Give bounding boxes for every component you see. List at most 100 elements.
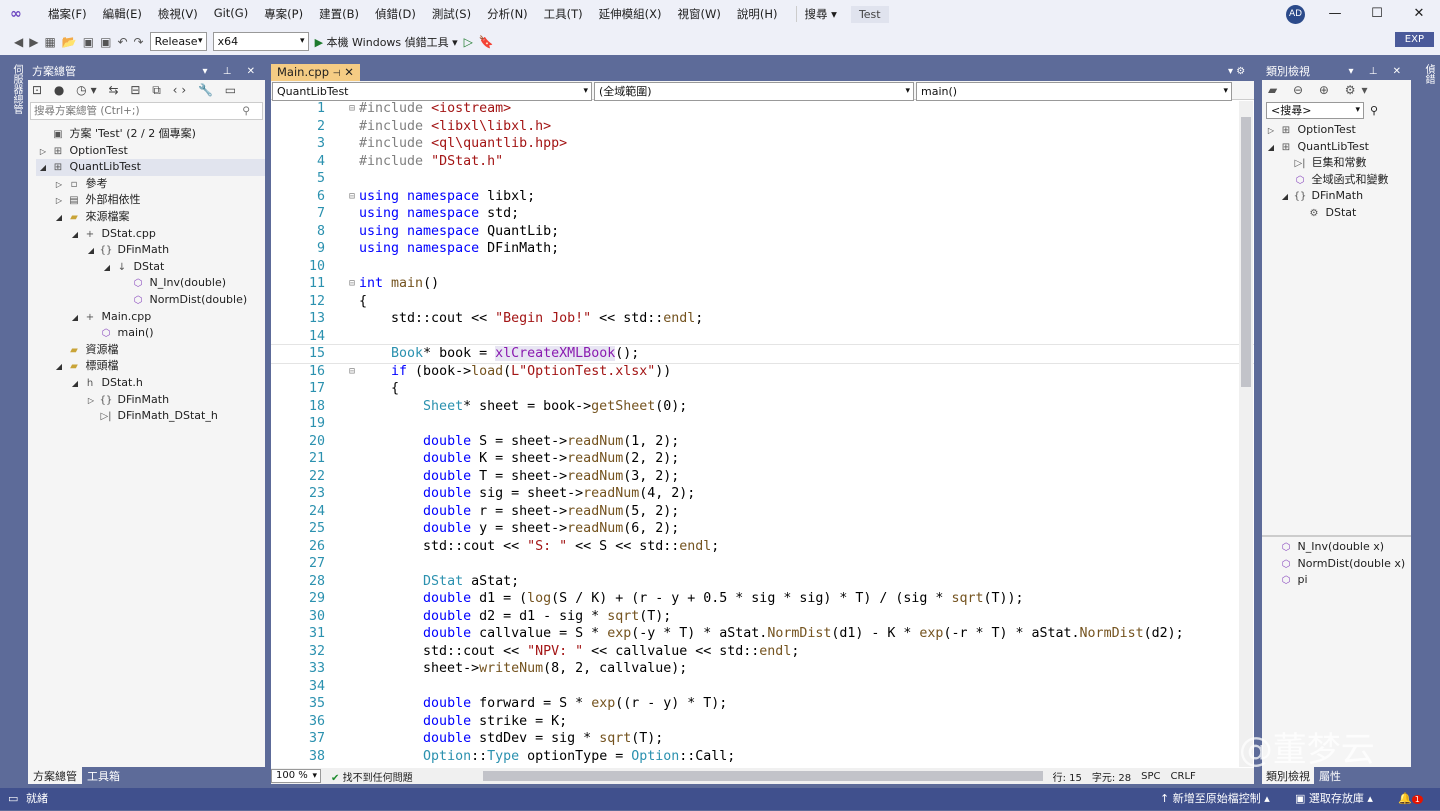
code-line[interactable]: 2#include <libxl\libxl.h> <box>271 118 1254 136</box>
class-view-toolbar[interactable]: ▰ ⊖ ⊕ ⚙▾ <box>1262 80 1411 102</box>
menu-item[interactable]: 視窗(W) <box>670 6 729 22</box>
menu-item[interactable]: 分析(N) <box>479 6 536 22</box>
code-line[interactable]: 6⊟using namespace libxl; <box>271 188 1254 206</box>
right-side-tab[interactable]: 偵錯 <box>1420 64 1436 84</box>
menu-item[interactable]: 說明(H) <box>729 6 786 22</box>
maximize-button[interactable]: ☐ <box>1356 0 1398 28</box>
member-item[interactable]: ⬡ N_Inv(double x) <box>1278 539 1411 556</box>
tree-item[interactable]: ▰ 資源檔 <box>36 342 265 359</box>
fold-icon[interactable]: ⊟ <box>349 100 355 118</box>
run-button[interactable]: ▶ 本機 Windows 偵錯工具 ▾ <box>315 34 458 50</box>
expand-arrow-icon[interactable]: ▷ <box>84 393 98 410</box>
whitespace-indicator[interactable]: SPC <box>1141 771 1160 782</box>
expand-arrow-icon[interactable]: ◢ <box>52 210 66 227</box>
expand-arrow-icon[interactable]: ◢ <box>1264 140 1278 157</box>
expand-arrow-icon[interactable]: ◢ <box>68 227 82 244</box>
code-line[interactable]: 36 double strike = K; <box>271 713 1254 731</box>
new-project-icon[interactable]: ▦ <box>44 35 55 49</box>
member-item[interactable]: ⬡ pi <box>1278 572 1411 589</box>
fold-icon[interactable]: ⊟ <box>349 275 355 293</box>
code-line[interactable]: 16⊟ if (book->load(L"OptionTest.xlsx")) <box>271 363 1254 381</box>
panel-controls[interactable]: ▾ ⊥ ✕ <box>203 64 261 80</box>
redo-icon[interactable]: ↷ <box>134 35 144 49</box>
solution-explorer-toolbar[interactable]: ⊡ ● ◷▾ ⇆ ⊟ ⧉ ‹› 🔧 ▭ <box>28 80 265 102</box>
tab-toolbox[interactable]: 工具箱 <box>82 767 125 784</box>
member-dropdown[interactable]: main() <box>916 82 1232 101</box>
tree-item[interactable]: ◢{} DFinMath <box>1264 188 1411 205</box>
code-line[interactable]: 19 <box>271 415 1254 433</box>
class-search-select[interactable]: <搜尋> <box>1266 102 1364 119</box>
open-icon[interactable]: 📂 <box>62 35 77 49</box>
save-icon[interactable]: ▣ <box>83 35 94 49</box>
avatar[interactable]: AD <box>1286 5 1305 24</box>
code-editor[interactable]: QuantLibTest (全域範圍) main() 1⊟#include <i… <box>271 81 1254 768</box>
tab-close-icon[interactable]: ✕ <box>344 65 354 79</box>
back-icon[interactable]: ◀ <box>14 35 23 49</box>
code-line[interactable]: 32 std::cout << "NPV: " << callvalue << … <box>271 643 1254 661</box>
menu-item[interactable]: 偵錯(D) <box>367 6 424 22</box>
expand-arrow-icon[interactable]: ◢ <box>52 359 66 376</box>
horizontal-scrollbar[interactable] <box>483 771 1043 781</box>
code-line[interactable]: 11⊟int main() <box>271 275 1254 293</box>
code-line[interactable]: 10 <box>271 258 1254 276</box>
code-line[interactable]: 1⊟#include <iostream> <box>271 100 1254 118</box>
forward-icon[interactable]: ▶ <box>29 35 38 49</box>
code-line[interactable]: 7using namespace std; <box>271 205 1254 223</box>
save-all-icon[interactable]: ▣ <box>100 35 111 49</box>
tab-overflow-icon[interactable]: ▾ ⚙ <box>1228 66 1245 77</box>
code-line[interactable]: 9using namespace DFinMath; <box>271 240 1254 258</box>
solution-search-input[interactable]: 搜尋方案總管 (Ctrl+;)⚲ <box>30 102 263 120</box>
bookmark-icon[interactable]: 🔖 <box>479 35 494 49</box>
vertical-scrollbar[interactable] <box>1239 101 1253 767</box>
expand-arrow-icon[interactable]: ◢ <box>68 310 82 327</box>
exp-button[interactable]: EXP <box>1395 32 1434 47</box>
tree-item[interactable]: ◢▰ 來源檔案 <box>36 209 265 226</box>
code-line[interactable]: 30 double d2 = d1 - sig * sqrt(T); <box>271 608 1254 626</box>
notifications-button[interactable]: 🔔1 <box>1398 788 1423 811</box>
code-line[interactable]: 15 Book* book = xlCreateXMLBook(); <box>271 345 1254 363</box>
tree-item[interactable]: ⬡ 全域函式和變數 <box>1264 172 1411 189</box>
search-icon[interactable]: ⚲ <box>1370 104 1378 117</box>
code-line[interactable]: 27 <box>271 555 1254 573</box>
menu-item[interactable]: 工具(T) <box>536 6 591 22</box>
expand-arrow-icon[interactable]: ◢ <box>68 376 82 393</box>
code-line[interactable]: 34 <box>271 678 1254 696</box>
repo-button[interactable]: ▣ 選取存放庫 ▴ <box>1295 788 1373 810</box>
tree-item[interactable]: ▷| 巨集和常數 <box>1264 155 1411 172</box>
add-to-source-control-button[interactable]: ↑ 新增至原始檔控制 ▴ <box>1160 788 1270 810</box>
scrollbar-thumb[interactable] <box>1241 117 1251 387</box>
expand-arrow-icon[interactable]: ◢ <box>100 260 114 277</box>
tree-item[interactable]: ◢+ DStat.cpp <box>36 226 265 243</box>
tree-item[interactable]: ⬡ N_Inv(double) <box>36 275 265 292</box>
start-without-debug-icon[interactable]: ▷ <box>464 35 473 49</box>
expand-arrow-icon[interactable]: ◢ <box>36 160 50 177</box>
code-line[interactable]: 17 { <box>271 380 1254 398</box>
tree-item[interactable]: ▷{} DFinMath <box>36 392 265 409</box>
tree-item[interactable]: ⬡ NormDist(double) <box>36 292 265 309</box>
menu-item[interactable]: 測試(S) <box>424 6 479 22</box>
minimize-button[interactable]: — <box>1314 0 1356 28</box>
fold-icon[interactable]: ⊟ <box>349 188 355 206</box>
panel-controls[interactable]: ▾ ⊥ ✕ <box>1349 64 1407 80</box>
fold-icon[interactable]: ⊟ <box>349 363 355 381</box>
undo-icon[interactable]: ↶ <box>117 35 127 49</box>
tree-item[interactable]: ◢+ Main.cpp <box>36 309 265 326</box>
code-line[interactable]: 25 double y = sheet->readNum(6, 2); <box>271 520 1254 538</box>
code-line[interactable]: 38 Option::Type optionType = Option::Cal… <box>271 748 1254 766</box>
configuration-select[interactable]: Release <box>150 32 207 51</box>
menu-item[interactable]: 建置(B) <box>311 6 367 22</box>
search-button[interactable]: 搜尋 ▾ <box>796 6 845 22</box>
expand-arrow-icon[interactable]: ▷ <box>1264 123 1278 140</box>
code-line[interactable]: 26 std::cout << "S: " << S << std::endl; <box>271 538 1254 556</box>
menu-item[interactable]: 專案(P) <box>256 6 311 22</box>
server-explorer-tab[interactable]: 伺服器總管 <box>4 64 24 114</box>
expand-arrow-icon[interactable]: ▷ <box>52 193 66 210</box>
issues-indicator[interactable]: ✔ 找不到任何問題 <box>331 769 413 784</box>
tree-item[interactable]: ◢▰ 標頭檔 <box>36 358 265 375</box>
close-button[interactable]: ✕ <box>1398 0 1440 28</box>
code-line[interactable]: 20 double S = sheet->readNum(1, 2); <box>271 433 1254 451</box>
expand-arrow-icon[interactable]: ◢ <box>1278 189 1292 206</box>
tab-main-cpp[interactable]: Main.cpp ⊣ ✕ <box>271 64 360 81</box>
tree-item[interactable]: ⚙ DStat <box>1264 205 1411 222</box>
line-ending-indicator[interactable]: CRLF <box>1171 771 1196 782</box>
